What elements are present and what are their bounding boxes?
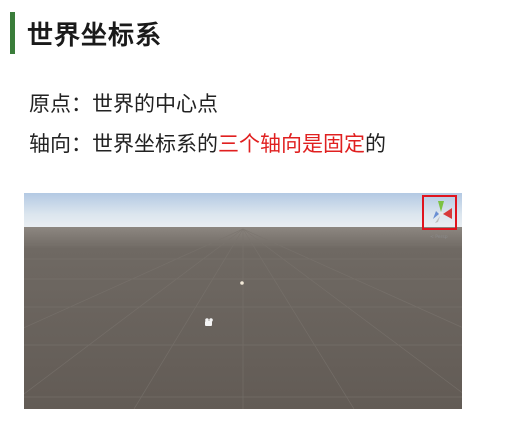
axis-text-post: 的 <box>365 132 386 156</box>
page-title: 世界坐标系 <box>27 20 163 51</box>
origin-label: 原点： <box>29 92 92 116</box>
unity-scene-view[interactable]: ≺ Persp <box>24 193 462 409</box>
light-icon[interactable] <box>240 281 244 285</box>
axis-line: 轴向：世界坐标系的三个轴向是固定的 <box>29 128 386 158</box>
axis-label: 轴向： <box>29 132 92 156</box>
origin-line: 原点：世界的中心点 <box>29 88 218 118</box>
gizmo-highlight-box <box>422 195 457 230</box>
gizmo-persp-label: ≺ Persp <box>430 234 448 240</box>
axis-text-pre: 世界坐标系的 <box>92 132 218 156</box>
origin-text: 世界的中心点 <box>92 92 218 116</box>
sky <box>24 193 462 231</box>
axis-text-highlight: 三个轴向是固定 <box>218 132 365 156</box>
section-heading: 世界坐标系 <box>10 12 162 54</box>
heading-accent-bar <box>10 12 15 54</box>
